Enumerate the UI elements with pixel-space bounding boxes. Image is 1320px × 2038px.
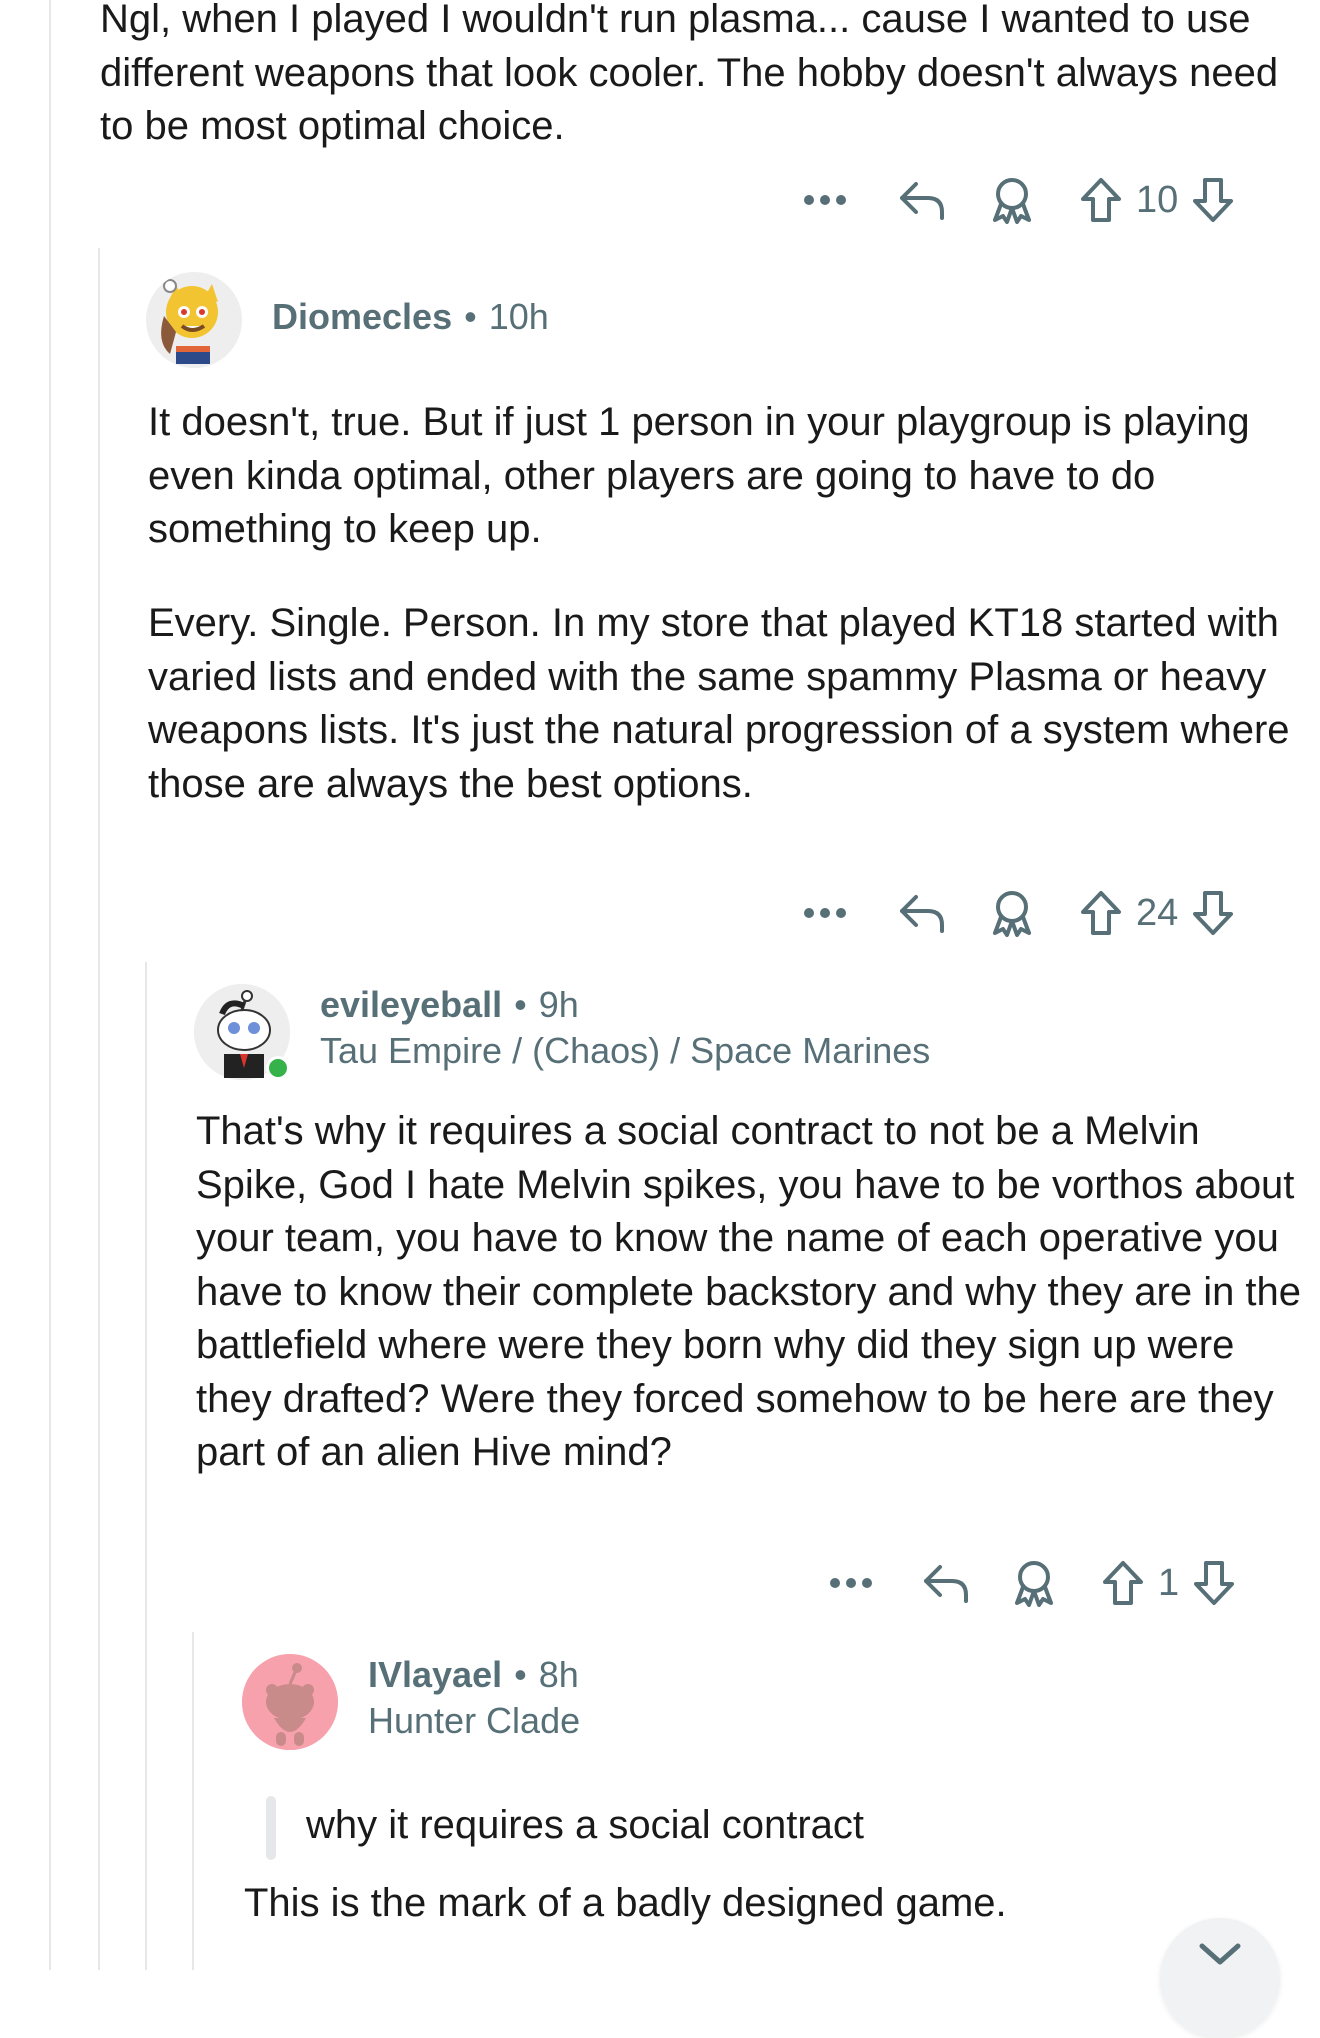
reply-icon[interactable]	[896, 891, 948, 935]
upvote-icon[interactable]	[1100, 1560, 1146, 1606]
separator-dot: •	[514, 984, 527, 1025]
comment-actions: 1	[826, 1553, 1237, 1613]
timestamp: 9h	[538, 984, 579, 1025]
username[interactable]: IVlayael	[368, 1654, 502, 1695]
scroll-down-button[interactable]	[1160, 1918, 1280, 2038]
more-options-icon[interactable]	[800, 194, 850, 206]
downvote-icon[interactable]	[1190, 890, 1236, 936]
thread-line-level4[interactable]	[192, 1632, 194, 1970]
vote-count: 1	[1158, 1561, 1180, 1604]
vote-count: 24	[1136, 891, 1179, 934]
chevron-down-icon	[1199, 1943, 1241, 1965]
thread-line-level1[interactable]	[49, 0, 51, 1970]
more-options-icon[interactable]	[800, 907, 850, 919]
reply-icon[interactable]	[896, 178, 948, 222]
thread-line-level3[interactable]	[145, 962, 147, 1970]
avatar[interactable]	[194, 984, 290, 1080]
comment-header: evileyeball • 9h Tau Empire / (Chaos) / Sp…	[194, 984, 930, 1080]
separator-dot: •	[464, 296, 477, 337]
username[interactable]: evileyeball	[320, 984, 502, 1025]
award-icon[interactable]	[988, 176, 1036, 224]
separator-dot: •	[514, 1654, 527, 1695]
comment-header: IVlayael • 8h Hunter Clade	[242, 1654, 580, 1750]
comment-body: Ngl, when I played I wouldn't run plasma…	[100, 0, 1279, 148]
upvote-icon[interactable]	[1078, 177, 1124, 223]
comment-actions: 24	[800, 883, 1236, 943]
avatar[interactable]	[146, 272, 242, 368]
award-icon[interactable]	[988, 889, 1036, 937]
comment-body: This is the mark of a badly designed gam…	[244, 1881, 1007, 1925]
comment-paragraph: It doesn't, true. But if just 1 person i…	[148, 400, 1250, 551]
timestamp: 10h	[488, 296, 549, 337]
downvote-icon[interactable]	[1191, 1560, 1237, 1606]
avatar[interactable]	[242, 1654, 338, 1750]
comment-paragraph: Every. Single. Person. In my store that …	[148, 601, 1290, 806]
online-status-dot	[266, 1056, 290, 1080]
thread-line-level2[interactable]	[98, 248, 100, 1970]
reply-icon[interactable]	[920, 1561, 972, 1605]
username[interactable]: Diomecles	[272, 296, 452, 337]
comment-body: That's why it requires a social contract…	[196, 1109, 1302, 1474]
comment-header: Diomecles • 10h	[146, 272, 549, 368]
user-flair: Hunter Clade	[368, 1700, 581, 1741]
vote-count: 10	[1136, 178, 1179, 221]
upvote-icon[interactable]	[1078, 890, 1124, 936]
user-flair: Tau Empire / (Chaos) / Space Marines	[320, 1030, 931, 1071]
timestamp: 8h	[538, 1654, 579, 1695]
blockquote-bar	[266, 1796, 276, 1860]
blockquote-text: why it requires a social contract	[306, 1803, 865, 1847]
downvote-icon[interactable]	[1190, 177, 1236, 223]
more-options-icon[interactable]	[826, 1577, 876, 1589]
award-icon[interactable]	[1010, 1559, 1058, 1607]
comment-actions: 10	[800, 170, 1236, 230]
